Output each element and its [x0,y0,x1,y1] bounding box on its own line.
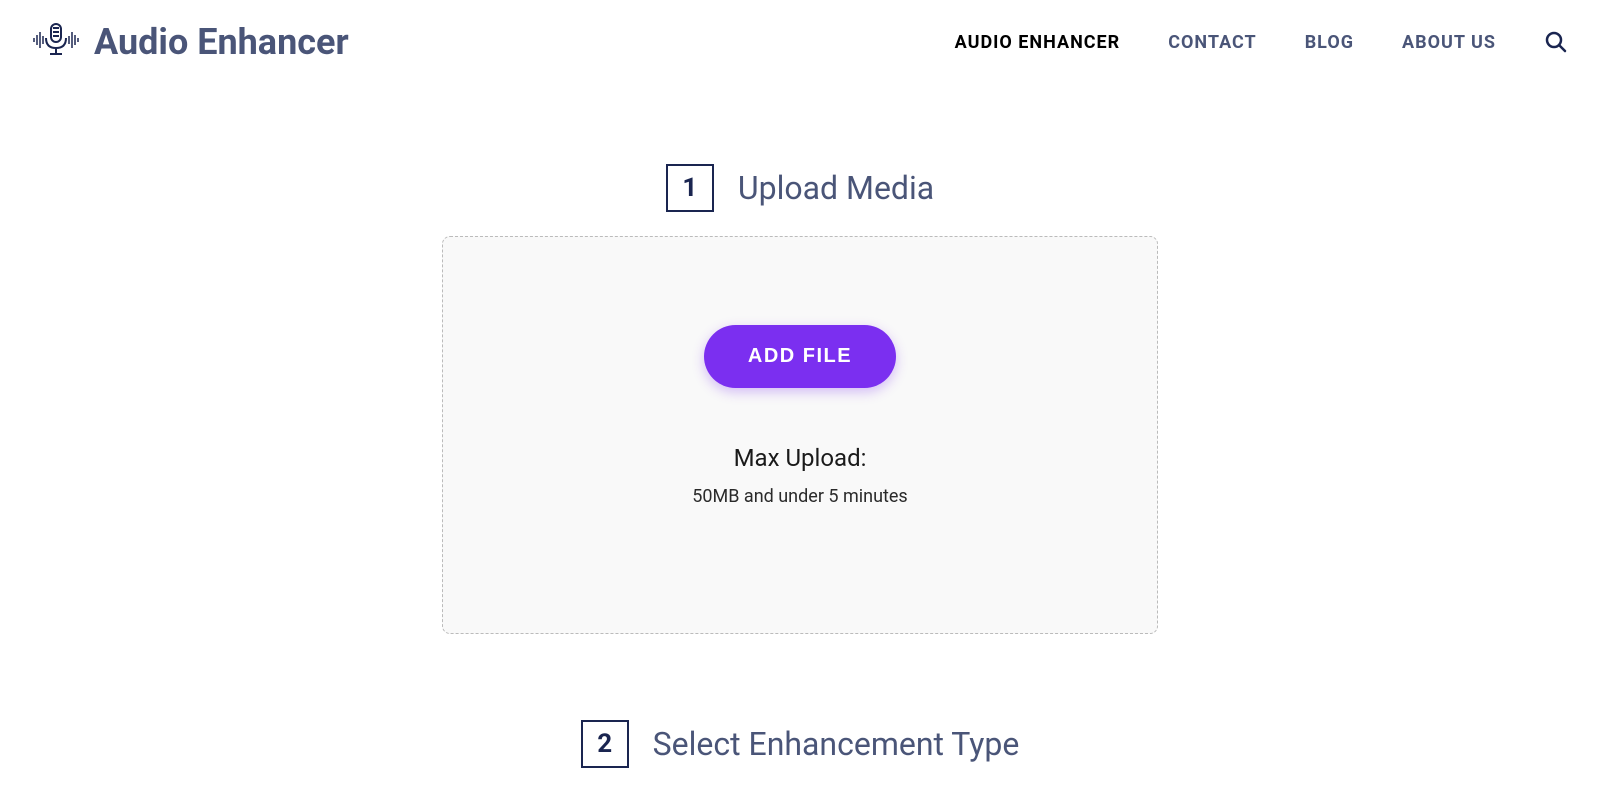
nav-blog[interactable]: BLOG [1305,32,1354,53]
main-nav: AUDIO ENHANCER CONTACT BLOG ABOUT US [955,30,1568,54]
nav-audio-enhancer[interactable]: AUDIO ENHANCER [955,32,1121,53]
step2-number: 2 [581,720,629,768]
site-header: Audio Enhancer AUDIO ENHANCER CONTACT BL… [0,0,1600,84]
logo-area[interactable]: Audio Enhancer [32,18,349,66]
max-upload-label: Max Upload: [734,444,867,472]
step1-title: Upload Media [738,169,934,207]
max-upload-detail: 50MB and under 5 minutes [692,486,907,507]
nav-about-us[interactable]: ABOUT US [1402,32,1496,53]
step2-title: Select Enhancement Type [653,725,1020,763]
step2-header: 2 Select Enhancement Type [581,720,1020,768]
search-icon[interactable] [1544,30,1568,54]
step1-number: 1 [666,164,714,212]
microphone-icon [32,18,80,66]
brand-name: Audio Enhancer [94,21,349,63]
step1-header: 1 Upload Media [666,164,934,212]
main-content: 1 Upload Media ADD FILE Max Upload: 50MB… [0,84,1600,792]
upload-dropzone[interactable]: ADD FILE Max Upload: 50MB and under 5 mi… [442,236,1158,634]
nav-contact[interactable]: CONTACT [1168,32,1256,53]
add-file-button[interactable]: ADD FILE [704,325,896,388]
